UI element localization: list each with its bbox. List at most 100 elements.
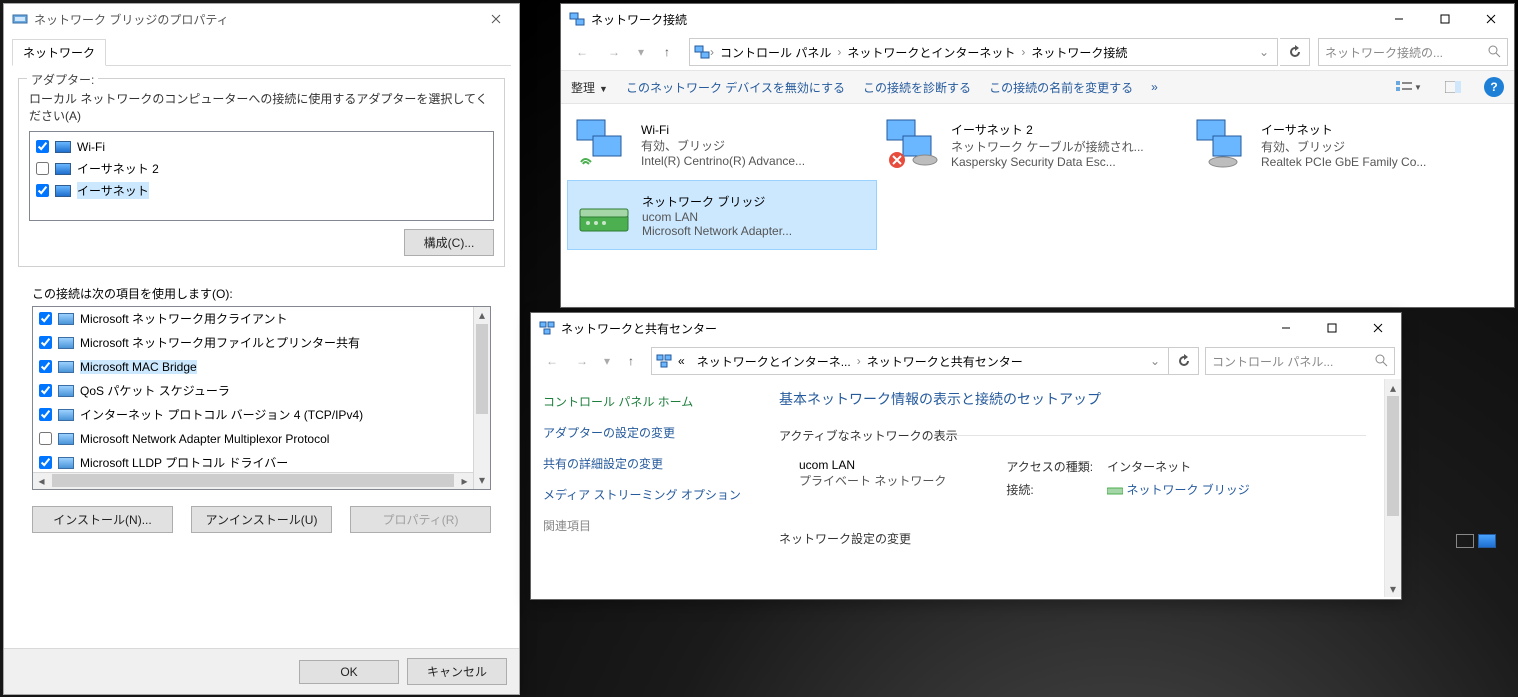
search-box[interactable]: コントロール パネル... — [1205, 347, 1395, 375]
dialog-close-button[interactable] — [473, 4, 519, 34]
configure-button[interactable]: 構成(C)... — [404, 229, 494, 256]
search-placeholder: ネットワーク接続の... — [1325, 44, 1443, 61]
refresh-button[interactable] — [1280, 38, 1310, 66]
nav-up-button[interactable]: ↑ — [617, 347, 645, 375]
view-options-button[interactable]: ▼ — [1396, 76, 1422, 98]
scroll-thumb[interactable] — [476, 324, 488, 414]
adapter-checkbox[interactable] — [36, 140, 49, 153]
item-row[interactable]: Microsoft ネットワーク用クライアント — [33, 307, 473, 331]
network-connections-icon — [569, 11, 585, 27]
cmd-rename[interactable]: この接続の名前を変更する — [989, 79, 1133, 96]
adapter-group-legend: アダプター: — [27, 71, 98, 88]
connection-name: イーサネット 2 — [951, 121, 1144, 138]
scroll-down-icon[interactable]: ▾ — [474, 472, 490, 489]
address-bar[interactable]: « ネットワークとインターネ...› ネットワークと共有センター ⌄ — [651, 347, 1169, 375]
item-checkbox[interactable] — [39, 432, 52, 445]
connection-item-bridge[interactable]: ネットワーク ブリッジ ucom LAN Microsoft Network A… — [567, 180, 877, 250]
cmd-diagnose[interactable]: この接続を診断する — [863, 79, 971, 96]
item-checkbox[interactable] — [39, 312, 52, 325]
scroll-right-icon[interactable]: ▸ — [456, 474, 473, 488]
adapter-checkbox[interactable] — [36, 162, 49, 175]
maximize-button[interactable] — [1309, 313, 1355, 343]
item-checkbox[interactable] — [39, 336, 52, 349]
nav-history-dropdown[interactable]: ▾ — [631, 38, 651, 66]
adapter-row[interactable]: イーサネット — [36, 180, 487, 202]
item-name: Microsoft ネットワーク用クライアント — [80, 310, 288, 327]
component-icon — [58, 313, 74, 325]
breadcrumb[interactable]: コントロール パネル — [714, 44, 837, 61]
nav-back-button[interactable]: ← — [567, 38, 597, 66]
item-row[interactable]: Microsoft Network Adapter Multiplexor Pr… — [33, 427, 473, 451]
breadcrumb[interactable]: « — [672, 354, 691, 368]
nav-up-button[interactable]: ↑ — [653, 38, 681, 66]
breadcrumb[interactable]: ネットワークとインターネット — [841, 44, 1021, 61]
item-checkbox[interactable] — [39, 360, 52, 373]
nsc-scrollbar[interactable]: ▴ ▾ — [1384, 379, 1401, 597]
breadcrumb[interactable]: ネットワーク接続 — [1025, 44, 1133, 61]
item-checkbox[interactable] — [39, 456, 52, 469]
close-icon — [491, 14, 501, 24]
scroll-left-icon[interactable]: ◂ — [33, 474, 50, 488]
breadcrumb[interactable]: ネットワークとインターネ... — [691, 353, 857, 370]
connection-item-ethernet2[interactable]: イーサネット 2 ネットワーク ケーブルが接続され... Kaspersky S… — [877, 110, 1187, 180]
nav-history-dropdown[interactable]: ▾ — [597, 347, 617, 375]
adapter-checkbox[interactable] — [36, 184, 49, 197]
control-panel-home-link[interactable]: コントロール パネル ホーム — [543, 393, 748, 410]
connection-item-wifi[interactable]: Wi-Fi 有効、ブリッジ Intel(R) Centrino(R) Advan… — [567, 110, 877, 180]
items-scrollbar-horizontal[interactable]: ◂ ▸ — [33, 472, 473, 489]
item-row[interactable]: Microsoft ネットワーク用ファイルとプリンター共有 — [33, 331, 473, 355]
minimize-button[interactable] — [1376, 4, 1422, 34]
sidebar-link-adapter-settings[interactable]: アダプターの設定の変更 — [543, 424, 748, 441]
nav-forward-button[interactable]: → — [599, 38, 629, 66]
cancel-button[interactable]: キャンセル — [407, 658, 507, 685]
address-bar[interactable]: › コントロール パネル› ネットワークとインターネット› ネットワーク接続 ⌄ — [689, 38, 1278, 66]
scroll-thumb[interactable] — [52, 474, 454, 487]
adapter-row[interactable]: イーサネット 2 — [36, 158, 487, 180]
install-button[interactable]: インストール(N)... — [32, 506, 173, 533]
item-name: インターネット プロトコル バージョン 4 (TCP/IPv4) — [80, 406, 363, 423]
organize-menu[interactable]: 整理▼ — [571, 79, 608, 96]
scroll-up-icon[interactable]: ▴ — [474, 307, 490, 324]
search-box[interactable]: ネットワーク接続の... — [1318, 38, 1508, 66]
item-row[interactable]: QoS パケット スケジューラ — [33, 379, 473, 403]
window-titlebar[interactable]: ネットワーク接続 — [561, 4, 1514, 34]
address-dropdown-icon[interactable]: ⌄ — [1255, 45, 1273, 59]
item-checkbox[interactable] — [39, 408, 52, 421]
item-row[interactable]: Microsoft MAC Bridge — [33, 355, 473, 379]
items-scrollbar-vertical[interactable]: ▴ ▾ — [473, 307, 490, 489]
close-button[interactable] — [1355, 313, 1401, 343]
breadcrumb[interactable]: ネットワークと共有センター — [861, 353, 1029, 370]
window-titlebar[interactable]: ネットワークと共有センター — [531, 313, 1401, 343]
scroll-thumb[interactable] — [1387, 396, 1399, 516]
view-large-icon[interactable] — [1478, 534, 1496, 548]
refresh-button[interactable] — [1169, 347, 1199, 375]
cmd-more[interactable]: » — [1151, 80, 1158, 94]
sidebar-link-media-streaming[interactable]: メディア ストリーミング オプション — [543, 486, 748, 503]
cmd-disable-device[interactable]: このネットワーク デバイスを無効にする — [626, 79, 845, 96]
connection-link[interactable]: ネットワーク ブリッジ — [1126, 483, 1249, 497]
dialog-titlebar[interactable]: ネットワーク ブリッジのプロパティ — [4, 4, 519, 34]
adapter-row[interactable]: Wi-Fi — [36, 136, 487, 158]
close-button[interactable] — [1468, 4, 1514, 34]
sidebar-link-sharing-settings[interactable]: 共有の詳細設定の変更 — [543, 455, 748, 472]
help-button[interactable]: ? — [1484, 77, 1504, 97]
uninstall-button[interactable]: アンインストール(U) — [191, 506, 332, 533]
item-row[interactable]: インターネット プロトコル バージョン 4 (TCP/IPv4) — [33, 403, 473, 427]
item-checkbox[interactable] — [39, 384, 52, 397]
scroll-up-icon[interactable]: ▴ — [1385, 379, 1401, 396]
maximize-button[interactable] — [1422, 4, 1468, 34]
view-details-icon[interactable] — [1456, 534, 1474, 548]
properties-button[interactable]: プロパティ(R) — [350, 506, 491, 533]
connection-device: Intel(R) Centrino(R) Advance... — [641, 154, 805, 168]
nav-forward-button[interactable]: → — [567, 347, 597, 375]
preview-pane-button[interactable] — [1440, 76, 1466, 98]
minimize-button[interactable] — [1263, 313, 1309, 343]
tab-network[interactable]: ネットワーク — [12, 39, 106, 66]
ok-button[interactable]: OK — [299, 660, 399, 684]
address-dropdown-icon[interactable]: ⌄ — [1146, 354, 1164, 368]
connection-item-ethernet[interactable]: イーサネット 有効、ブリッジ Realtek PCIe GbE Family C… — [1187, 110, 1497, 180]
nav-back-button[interactable]: ← — [537, 347, 567, 375]
scroll-down-icon[interactable]: ▾ — [1385, 580, 1401, 597]
connection-name: イーサネット — [1261, 121, 1426, 138]
close-icon — [1373, 323, 1383, 333]
